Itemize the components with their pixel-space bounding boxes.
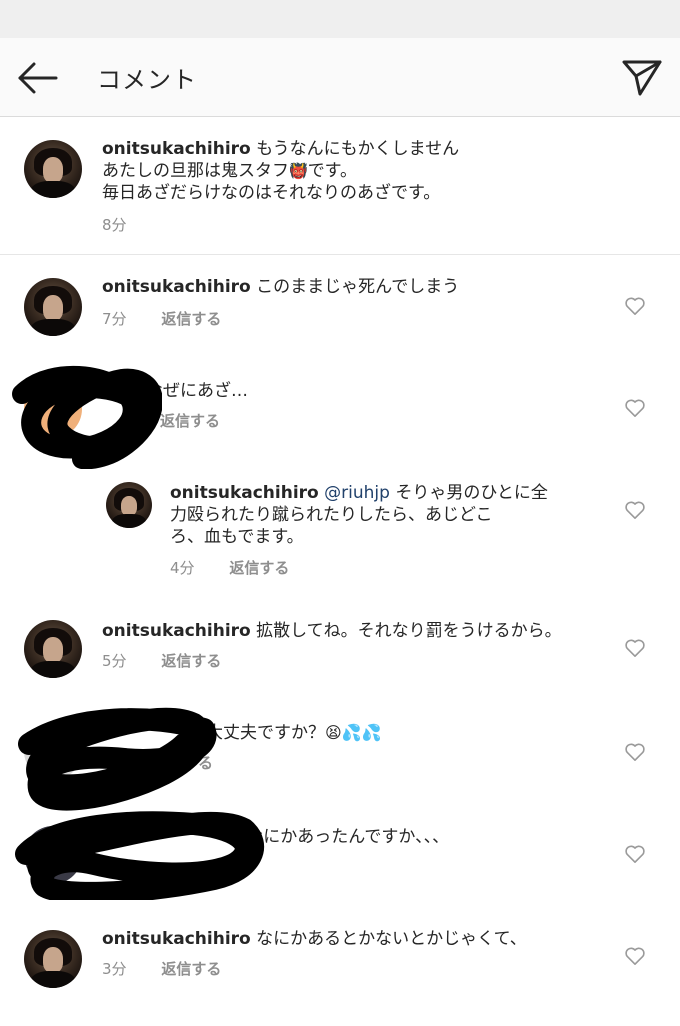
top-bar: コメント [0,38,680,117]
redaction-scribble [18,707,217,811]
heart-icon[interactable] [624,638,646,658]
heart-icon[interactable] [624,946,646,966]
comment-text: 大丈夫ですか？😫💦💦 [206,722,382,744]
timestamp: 3分 [102,960,127,978]
caption-meta: 8分 [102,214,127,235]
comment-text: onitsukachihiro このままじゃ死んでしまう [102,276,459,298]
status-bar [0,0,680,38]
comment-body: ろ、血もでます。 [170,527,304,547]
username[interactable]: onitsukachihiro [170,483,319,503]
reply-button[interactable]: 返信する [229,557,289,578]
comment-meta: 5分 返信する [102,650,221,671]
heart-icon[interactable] [624,398,646,418]
reply-button[interactable]: 返信する [161,958,221,979]
comment-text: onitsukachihiro 拡散してね。それなり罰をうけるから。 [102,620,562,642]
reply-button[interactable]: 返信する [161,650,221,671]
share-button[interactable] [616,54,666,100]
comment-meta: 7分 返信する [102,308,221,329]
redaction-scribble [15,811,265,900]
heart-icon[interactable] [624,742,646,762]
back-arrow-icon [18,62,58,94]
caption-line: 毎日あざだらけなのはそれなりのあざです。 [102,183,441,203]
heart-icon[interactable] [624,844,646,864]
avatar[interactable] [106,482,152,528]
comment-meta: 3分 返信する [102,958,221,979]
redaction-scribble [12,365,162,469]
caption-line: あたしの旦那は鬼スタフ [102,161,289,181]
avatar[interactable] [24,930,82,988]
comment-body: そりゃ男のひとに全 [395,483,548,503]
comment-body: このままじゃ死んでしまう [256,277,460,297]
timestamp: 5分 [102,652,127,670]
username[interactable]: onitsukachihiro [102,139,251,159]
comment-body: 拡散してね。それなり罰をうけるから。 [256,621,562,641]
divider [0,254,680,255]
timestamp: 7分 [102,310,127,328]
username[interactable]: onitsukachihiro [102,621,251,641]
comment-body: 力殴られたり蹴られたりしたら、あじどこ [170,505,493,525]
reply-button[interactable]: 返信する [160,410,220,431]
caption-line: もうなんにもかくしません [256,139,460,159]
paper-plane-icon [622,60,662,96]
back-button[interactable] [14,56,62,100]
comment-body: なにかあるとかないとかじゃくて、 [256,929,527,949]
comment-body: なにかあったんですか、、、 [246,827,450,847]
reply-button[interactable]: 返信する [161,308,221,329]
tired-face-emoji-icon: 😫💦💦 [325,723,382,742]
caption-line: です。 [307,161,357,181]
page-title: コメント [97,66,197,94]
mention-link[interactable]: @riuhjp [324,483,390,503]
heart-icon[interactable] [624,296,646,316]
ogre-emoji-icon: 👹 [289,162,308,180]
avatar[interactable] [24,620,82,678]
caption-text: onitsukachihiro もうなんにもかくしません あたしの旦那は鬼スタフ… [102,138,459,204]
timestamp: 8分 [102,216,127,234]
timestamp: 4分 [170,559,195,577]
heart-icon[interactable] [624,500,646,520]
username[interactable]: onitsukachihiro [102,929,251,949]
comment-meta: 4分 返信する [170,557,289,578]
comment-text: onitsukachihiro @riuhjp そりゃ男のひとに全 力殴られたり… [170,482,560,548]
comment-text: onitsukachihiro なにかあるとかないとかじゃくて、 [102,928,527,950]
username[interactable]: onitsukachihiro [102,277,251,297]
avatar[interactable] [24,140,82,198]
avatar[interactable] [24,278,82,336]
